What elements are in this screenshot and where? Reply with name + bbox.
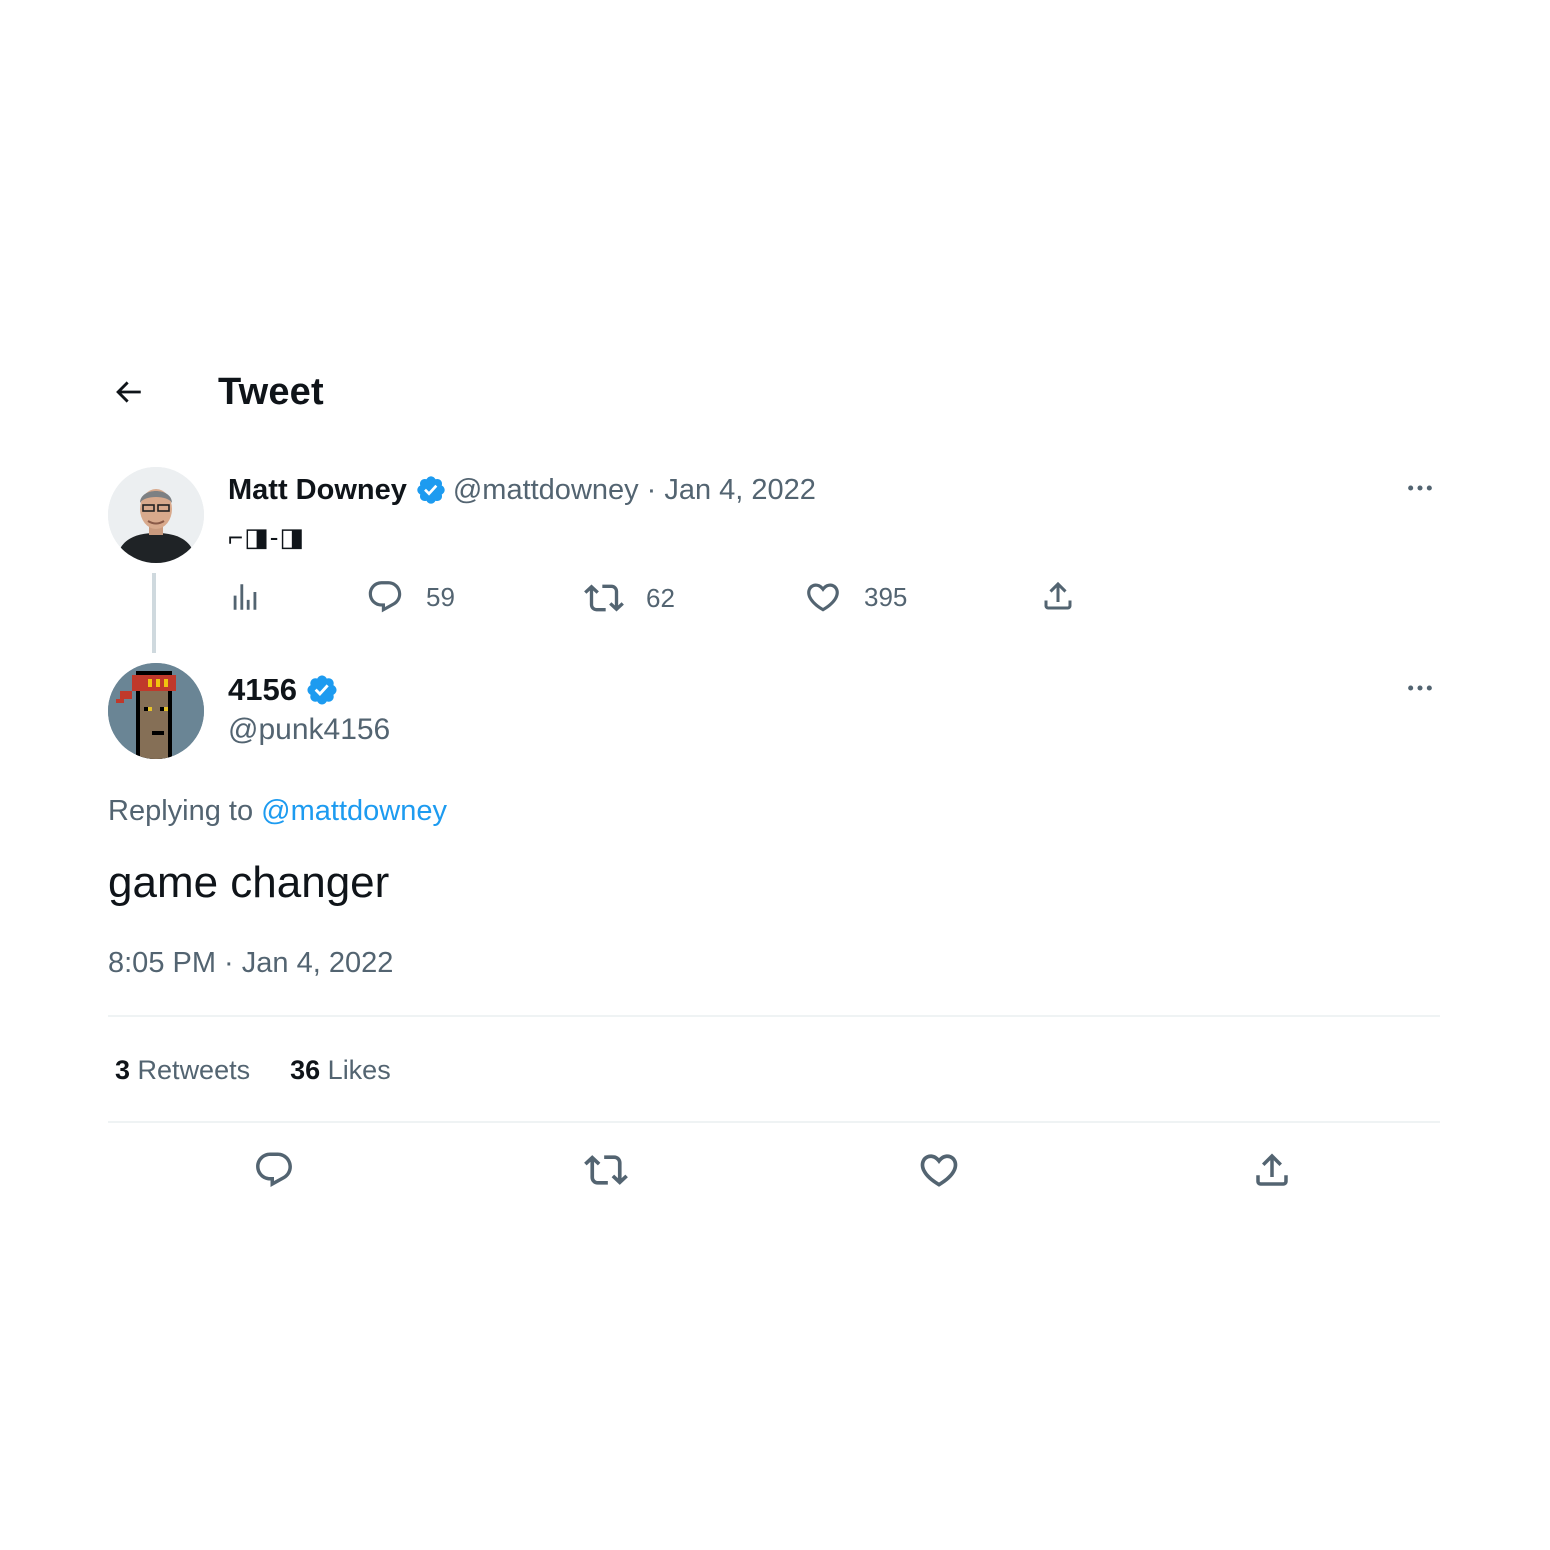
views-icon [228,580,262,614]
like-icon[interactable] [917,1148,961,1192]
more-icon[interactable] [1400,668,1440,708]
back-arrow-icon[interactable] [108,372,148,412]
retweet-button[interactable]: 62 [584,578,675,618]
like-icon [804,578,842,616]
author-name[interactable]: 4156 [228,671,297,709]
tweet-date[interactable]: Jan 4, 2022 [664,472,816,508]
views-button[interactable] [228,580,262,614]
divider [108,1121,1440,1123]
likes-label: Likes [327,1055,391,1085]
tweet-timestamp[interactable]: 8:05 PM · Jan 4, 2022 [108,945,393,981]
share-icon [1040,578,1076,614]
likes-count: 36 [290,1055,321,1085]
retweets-stat[interactable]: 3 Retweets [115,1052,250,1088]
replying-to: Replying to @mattdowney [108,793,447,829]
tweet-stats: 3 Retweets 36 Likes [115,1052,431,1088]
author-handle[interactable]: @punk4156 [228,712,390,748]
tweet-text: game changer [108,858,390,907]
verified-badge-icon [305,673,339,707]
author-name[interactable]: Matt Downey [228,472,407,508]
verified-badge-icon [415,474,447,506]
share-button[interactable] [1040,578,1076,614]
separator: · [646,474,657,506]
retweet-icon[interactable] [584,1148,628,1192]
retweet-count: 62 [646,582,675,613]
retweets-count: 3 [115,1055,131,1085]
retweets-label: Retweets [137,1055,251,1085]
page-title: Tweet [218,371,324,413]
more-icon[interactable] [1400,468,1440,508]
tweet-author-row: 4156 [228,671,345,709]
reply-icon[interactable] [252,1148,296,1192]
share-icon[interactable] [1250,1148,1294,1192]
replying-to-link[interactable]: @mattdowney [261,795,447,827]
reply-count: 59 [426,581,455,612]
thread-line [152,573,156,653]
retweet-icon [584,578,624,618]
parent-tweet-header: Matt Downey @mattdowney · Jan 4, 2022 [228,472,816,508]
parent-tweet-text: ⌐◨-◨ [228,522,305,552]
divider [108,1015,1440,1017]
author-handle[interactable]: @mattdowney [453,472,639,508]
avatar-punk4156[interactable] [108,663,204,759]
like-count: 395 [864,581,908,612]
like-button[interactable]: 395 [804,578,907,616]
avatar-matt-downey[interactable] [108,467,204,563]
likes-stat[interactable]: 36 Likes [290,1052,391,1088]
replying-to-label: Replying to [108,795,254,827]
reply-button[interactable]: 59 [366,578,455,616]
reply-icon [366,578,404,616]
